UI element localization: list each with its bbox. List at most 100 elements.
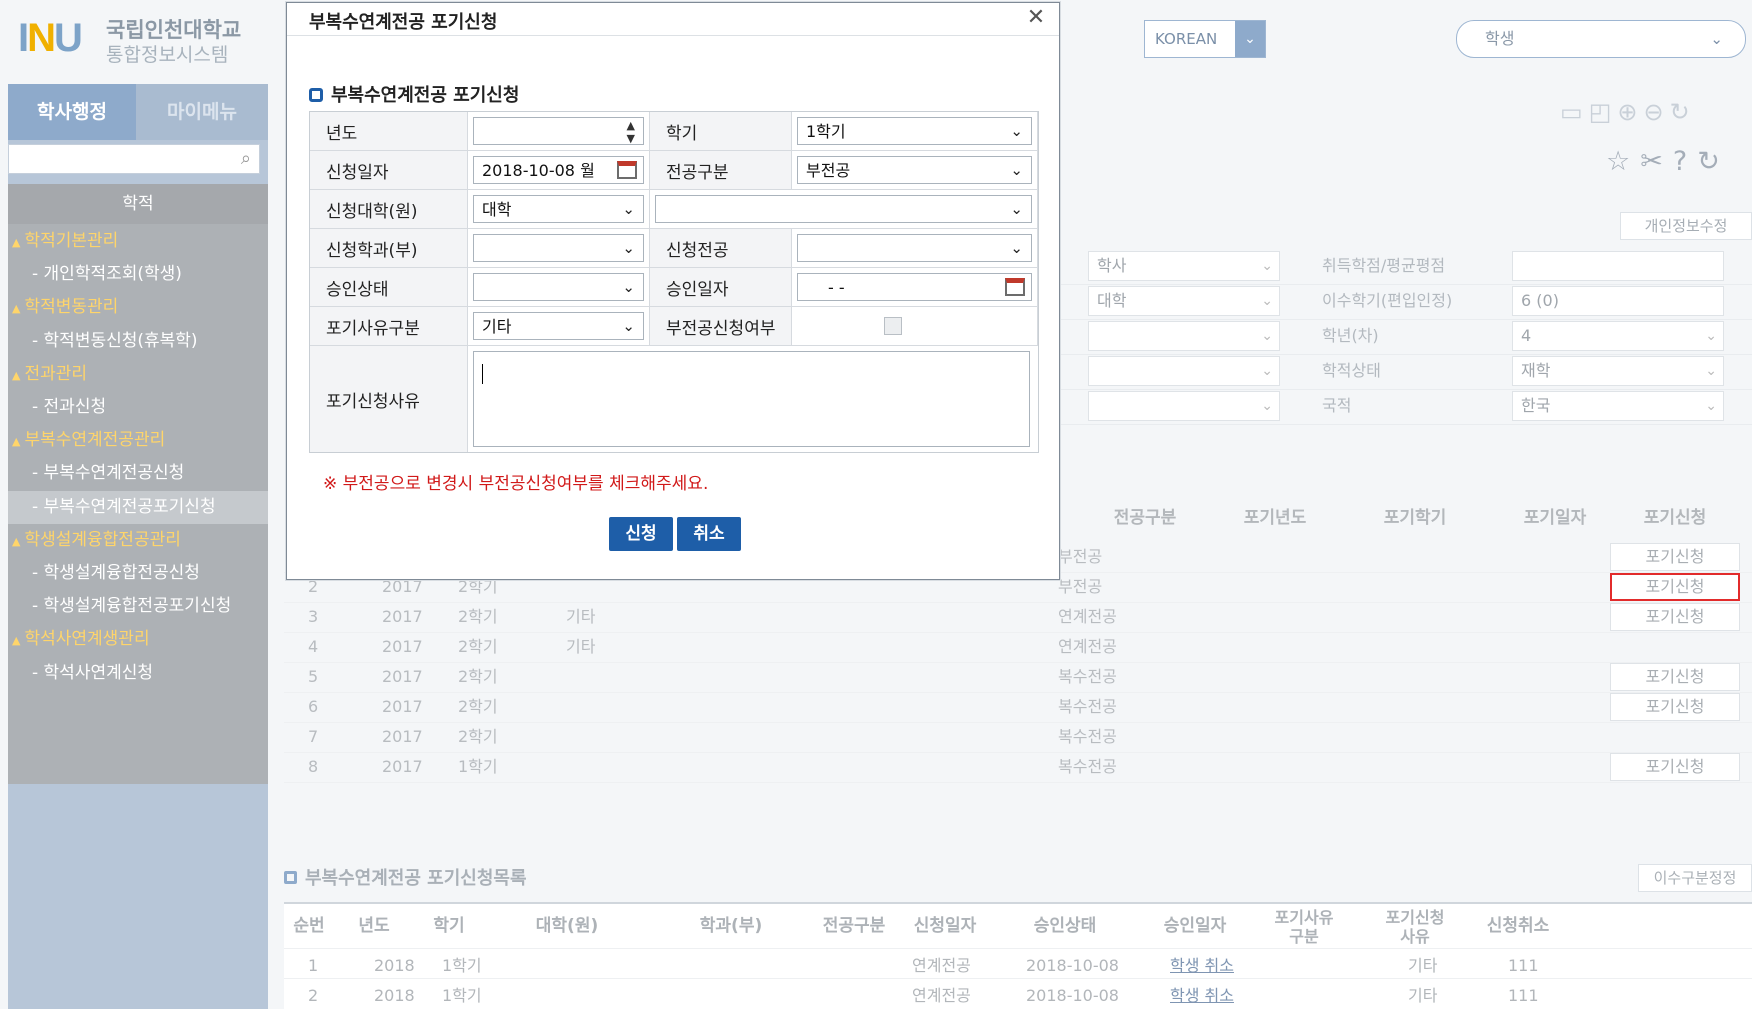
abandon-button[interactable]: 포기신청 (1610, 693, 1740, 721)
spinner-arrows-icon[interactable]: ▲ ▼ (627, 118, 635, 144)
sidebar-item[interactable]: - 전과신청 (8, 391, 268, 424)
row-year: 2017 (382, 757, 423, 776)
approval-status-select[interactable]: ⌄ (473, 273, 644, 301)
abandon-button[interactable]: 포기신청 (1610, 573, 1740, 601)
sidebar-item-label: - 부복수연계전공포기신청 (32, 496, 216, 517)
application-list-title: 부복수연계전공 포기신청목록 (284, 864, 527, 890)
college-detail-select[interactable]: ⌄ (655, 195, 1032, 223)
col-header-line: 사유 (1400, 927, 1430, 946)
zoom-out-icon[interactable]: ⊖ (1643, 98, 1669, 126)
apply-button[interactable]: 신청 (609, 517, 673, 551)
dept-select[interactable]: ⌄ (473, 234, 644, 262)
sidebar-item[interactable]: - 부복수연계전공신청 (8, 457, 268, 490)
row-number: 2 (308, 986, 319, 1005)
abandon-button[interactable]: 포기신청 (1610, 663, 1740, 691)
info-row: ⌄ 학년(차) 4 ⌄ (1060, 316, 1752, 355)
minimize-icon[interactable]: ▭ (1560, 98, 1589, 126)
info-select[interactable]: 학사 ⌄ (1088, 251, 1280, 281)
approval-date-field[interactable]: - - (797, 273, 1032, 301)
abandon-button[interactable]: 포기신청 (1610, 753, 1740, 781)
minor-flag-checkbox[interactable] (884, 317, 902, 335)
abandon-button[interactable]: 포기신청 (1610, 543, 1740, 571)
chevron-down-icon: ⌄ (1261, 398, 1273, 414)
sidebar-category[interactable]: ▲ 학적기본관리 (8, 225, 268, 258)
row-major-type: 복수전공 (1058, 697, 1117, 716)
year-spinner[interactable]: ▲ ▼ (473, 117, 644, 145)
row-major-type: 복수전공 (1058, 757, 1117, 776)
major-type-select[interactable]: 부전공 ⌄ (797, 156, 1032, 184)
sidebar-category[interactable]: ▲ 학석사연계생관리 (8, 623, 268, 656)
sidebar-item[interactable]: - 부복수연계전공포기신청 (8, 490, 268, 524)
reason-textarea[interactable] (473, 351, 1030, 447)
expand-triangle-icon: ▲ (12, 368, 21, 382)
table-row: 6 2017 2학기 복수전공 포기신청 (284, 690, 1752, 723)
reason-type-select[interactable]: 기타 ⌄ (473, 312, 644, 340)
chevron-down-icon: ⌄ (1261, 328, 1273, 344)
apply-date-field[interactable]: 2018-10-08 월 (473, 156, 644, 184)
info-value[interactable]: 6 (0) (1512, 286, 1724, 316)
sidebar-menu: ▲ 학적기본관리 - 개인학적조회(학생) ▲ 학적변동관리 - 학적변동신청(휴복학) ▲… (8, 224, 268, 784)
calendar-icon[interactable] (617, 161, 637, 179)
sidebar-category[interactable]: ▲ 학생설계융합전공관리 (8, 524, 268, 557)
sidebar-category[interactable]: ▲ 학적변동관리 (8, 291, 268, 324)
tab-my-menu[interactable]: 마이메뉴 (136, 84, 268, 140)
popup-icon[interactable]: ◰ (1589, 98, 1618, 126)
row-major-type: 연계전공 (912, 986, 971, 1005)
info-row: 대학 ⌄ 이수학기(편입인정) 6 (0) (1060, 281, 1752, 320)
info-value[interactable]: 4 ⌄ (1512, 321, 1724, 351)
role-select[interactable]: 학생 ⌄ (1456, 20, 1746, 58)
row-number: 3 (308, 607, 319, 626)
info-select[interactable]: ⌄ (1088, 391, 1280, 421)
sidebar-item-label: 학생설계융합전공관리 (24, 529, 181, 550)
reload-icon[interactable]: ↻ (1697, 146, 1730, 177)
course-type-correction-button[interactable]: 이수구분정정 (1638, 864, 1752, 892)
sidebar-item[interactable]: - 개인학적조회(학생) (8, 258, 268, 291)
calendar-icon[interactable] (1005, 278, 1025, 296)
close-icon[interactable]: ✕ (1023, 5, 1049, 31)
college-select[interactable]: 대학 ⌄ (473, 195, 644, 223)
info-select[interactable]: ⌄ (1088, 321, 1280, 351)
sidebar-item-label: 학적변동관리 (24, 297, 119, 318)
col-header: 승인상태 (1033, 916, 1097, 936)
sidebar-category[interactable]: ▲ 전과관리 (8, 358, 268, 391)
refresh-icon[interactable]: ↻ (1670, 98, 1696, 126)
abandon-button[interactable]: 포기신청 (1610, 603, 1740, 631)
col-header: 승인일자 (1163, 916, 1227, 936)
sidebar-item-label: 부복수연계전공관리 (24, 430, 166, 451)
personal-info-edit-button[interactable]: 개인정보수정 (1620, 212, 1752, 240)
major-select[interactable]: ⌄ (797, 234, 1032, 262)
logo-mark: INU (18, 16, 83, 60)
info-value[interactable] (1512, 251, 1724, 281)
sidebar-item[interactable]: - 학생설계융합전공포기신청 (8, 590, 268, 623)
sidebar: 학사행정 마이메뉴 ⌕ 학적 ▲ 학적기본관리 - 개인학적조회(학생) ▲ 학적변동관… (8, 84, 268, 1009)
cancel-button[interactable]: 취소 (677, 517, 741, 551)
row-term: 2학기 (458, 607, 498, 626)
zoom-in-icon[interactable]: ⊕ (1617, 98, 1643, 126)
sidebar-item[interactable]: - 학석사연계신청 (8, 657, 268, 690)
help-icon[interactable]: ? (1673, 146, 1697, 177)
sidebar-category[interactable]: ▲ 부복수연계전공관리 (8, 424, 268, 457)
search-icon[interactable]: ⌕ (241, 148, 251, 169)
info-select[interactable]: ⌄ (1088, 356, 1280, 386)
sidebar-item[interactable]: - 학생설계융합전공신청 (8, 557, 268, 590)
table-row: 1 2018 1학기 연계전공 2018-10-08 학생 취소 기타 111 (284, 948, 1752, 981)
student-cancel-link[interactable]: 학생 취소 (1170, 979, 1234, 1012)
application-list-table: 순번 년도 학기 대학(원) 학과(부) 전공구분 신청일자 승인상태 승인일자 포기사유 구분 포기… (284, 902, 1752, 1009)
tools-icon[interactable]: ✂ (1640, 146, 1673, 177)
info-value[interactable]: 한국 ⌄ (1512, 391, 1724, 421)
tab-academic[interactable]: 학사행정 (8, 84, 136, 140)
row-year: 2017 (382, 727, 423, 746)
chevron-down-icon: ⌄ (622, 200, 635, 218)
sidebar-item[interactable]: - 학적변동신청(휴복학) (8, 325, 268, 358)
language-select[interactable]: KOREAN ⌄ (1144, 20, 1266, 58)
chevron-down-icon: ⌄ (1705, 398, 1717, 414)
col-header: 포기신청 (1643, 508, 1707, 528)
info-value[interactable]: 재학 ⌄ (1512, 356, 1724, 386)
star-icon[interactable]: ☆ (1606, 146, 1640, 177)
info-select[interactable]: 대학 ⌄ (1088, 286, 1280, 316)
row-reason-type: 기타 (1408, 986, 1438, 1005)
row-term: 1학기 (458, 757, 498, 776)
term-select[interactable]: 1학기 ⌄ (797, 117, 1032, 145)
expand-triangle-icon: ▲ (12, 435, 21, 449)
sidebar-search-input[interactable]: ⌕ (8, 144, 260, 174)
